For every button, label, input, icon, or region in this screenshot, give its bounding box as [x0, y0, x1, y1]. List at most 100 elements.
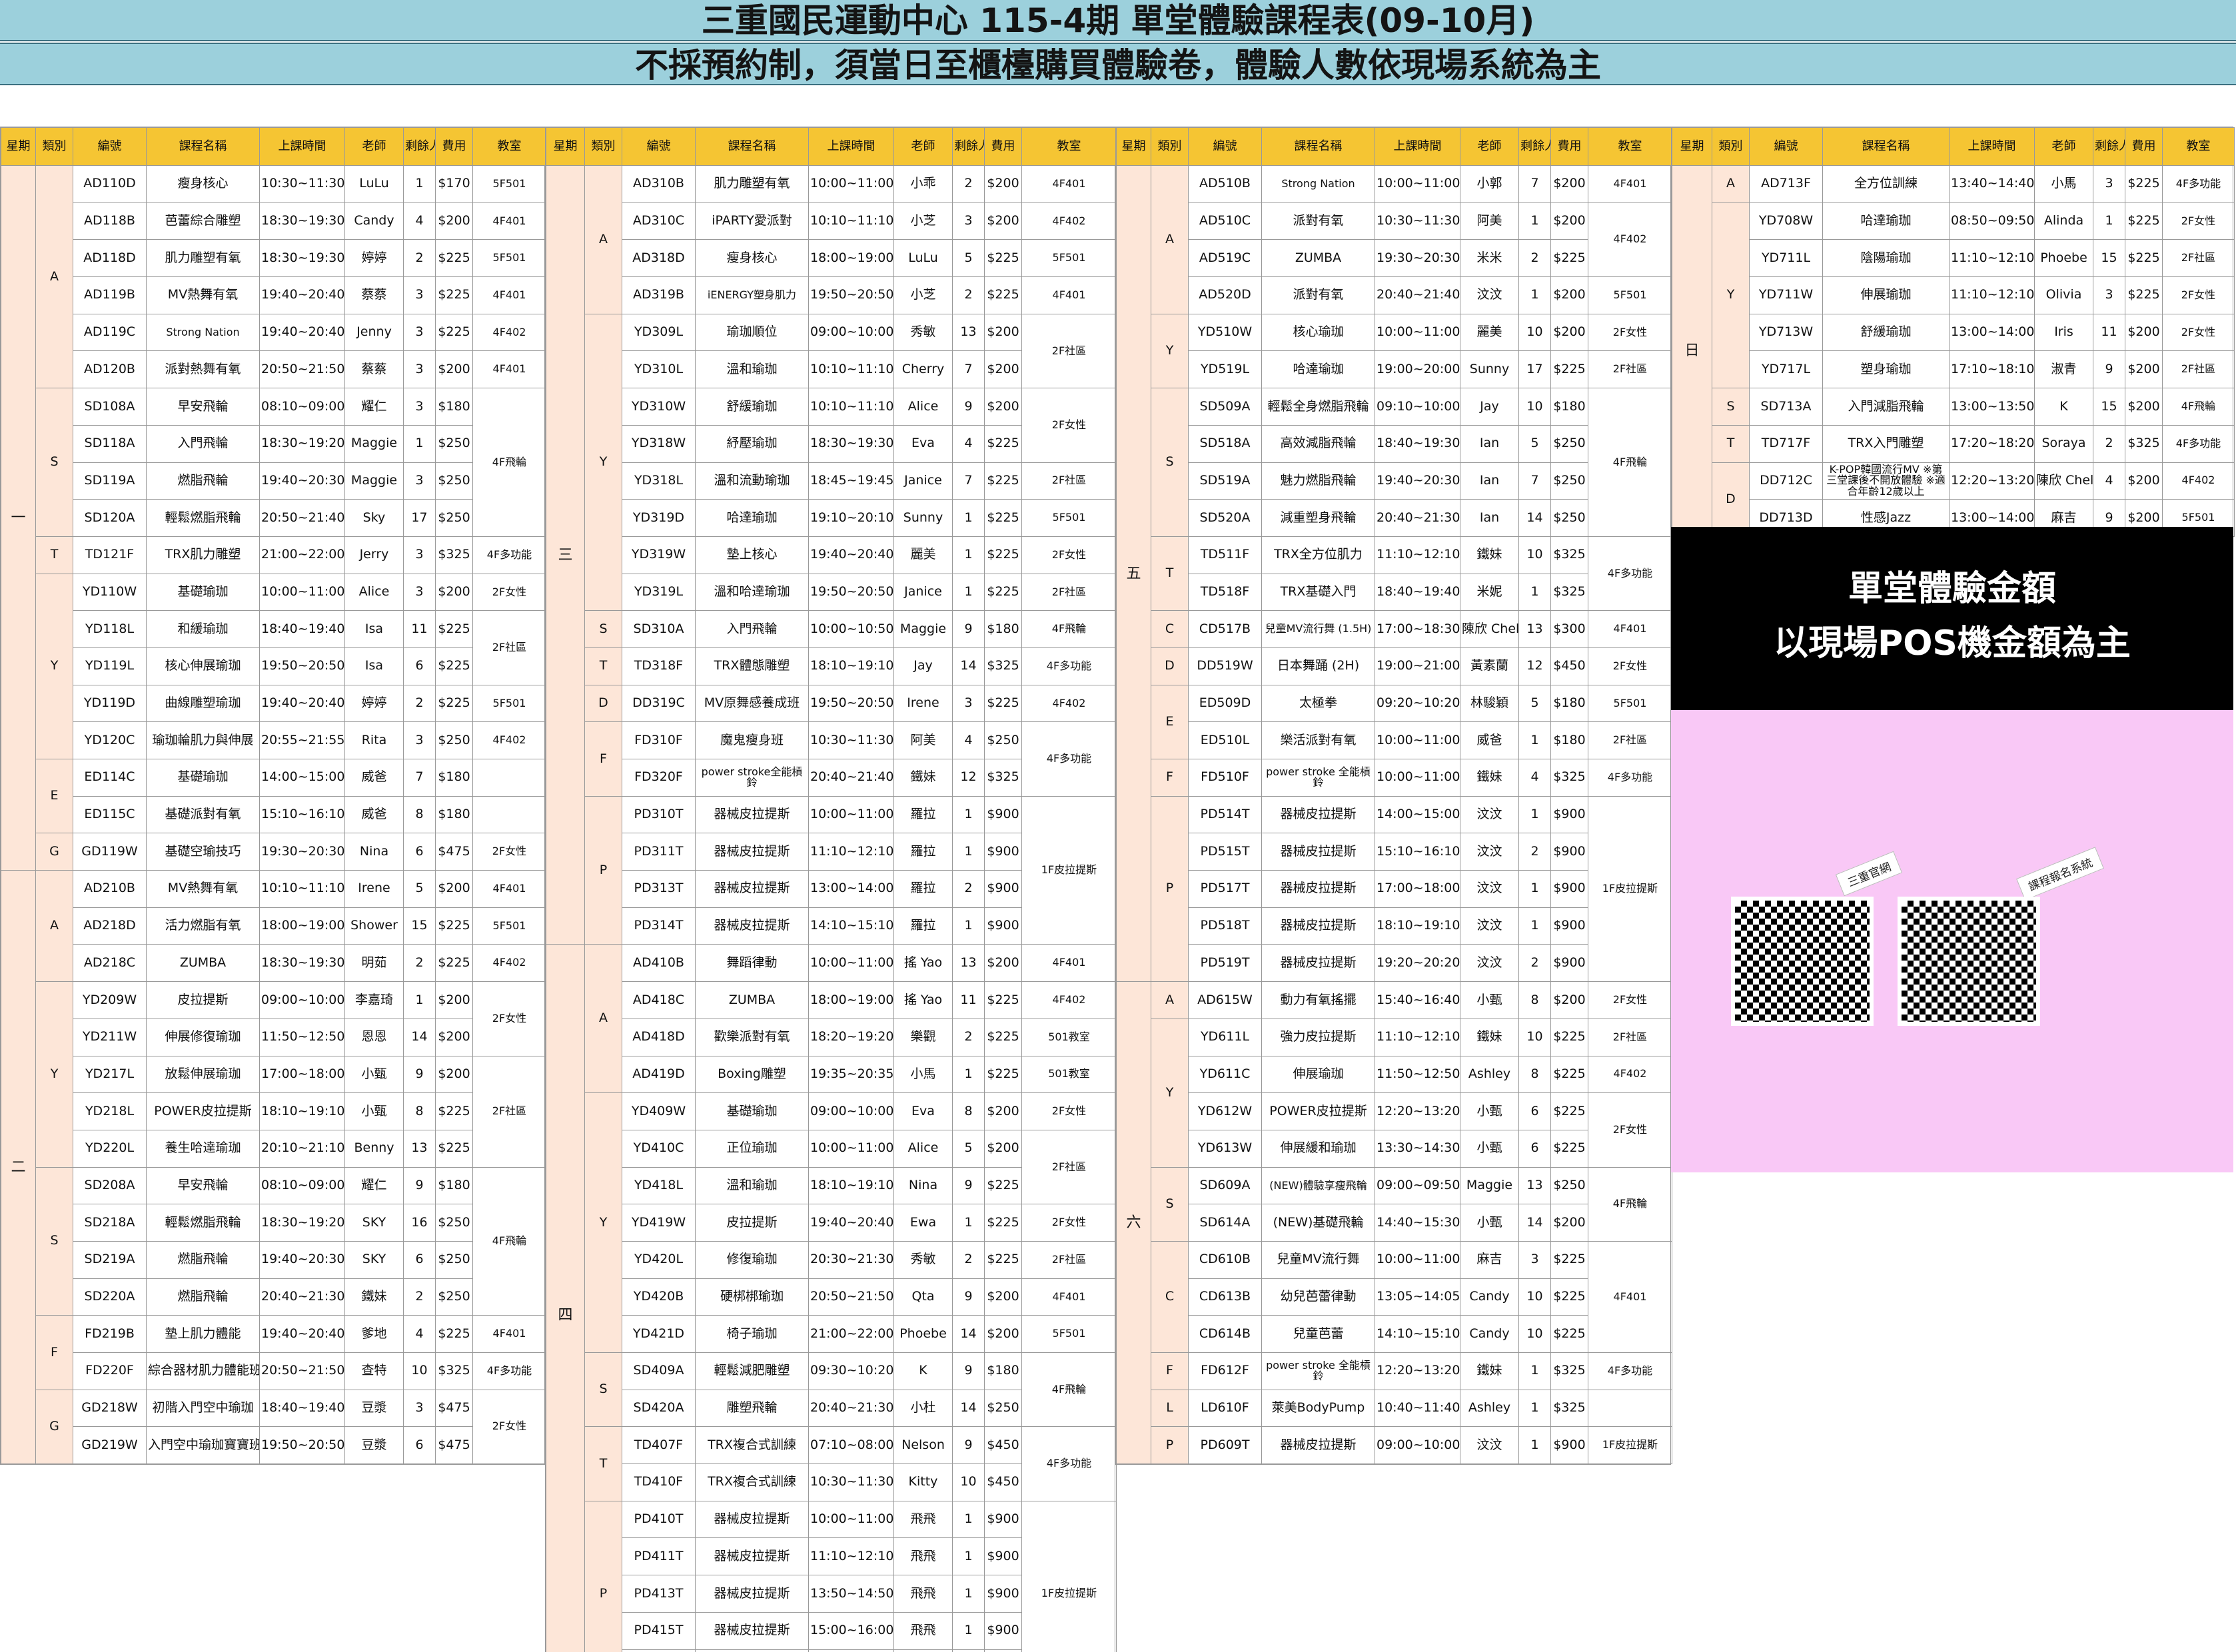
- table-row[interactable]: Y YD510W 核心瑜珈 10:00~11:00 麗美 10 $200 2F女性: [1117, 313, 1672, 389]
- table-row[interactable]: YD120C 瑜珈輪肌力與伸展 20:55~21:55 Rita 3 $250 4F402: [1, 721, 546, 759]
- table-row[interactable]: YD318L 溫和流動瑜珈 18:45~19:45 Janice 7 $225 2F社區: [546, 462, 1117, 500]
- table-row[interactable]: G GD119W 基礎空瑜技巧 19:30~20:30 Nina 6 $475 2F女性: [1, 833, 546, 871]
- table-row[interactable]: AD419D Boxing雕塑 19:35~20:35 小馬 1 $225 501教室: [546, 1055, 1117, 1094]
- table-row[interactable]: YD310W 舒緩瑜珈 10:10~11:10 Alice 9 $200 2F女性: [546, 388, 1117, 463]
- table-row[interactable]: YD711L 陰陽瑜珈 11:10~12:10 Phoebe 15 $225 2F社區: [1672, 239, 2235, 278]
- table-row[interactable]: AD510C 派對有氧 10:30~11:30 阿美 1 $200 4F402: [1117, 202, 1672, 278]
- table-row[interactable]: AD318D 瘦身核心 18:00~19:00 LuLu 5 $225 5F501: [546, 239, 1117, 278]
- table-row[interactable]: F FD219B 墊上肌力體能 19:40~20:40 爹地 4 $225 4F401: [1, 1315, 546, 1390]
- table-row[interactable]: Y YD409W 基礎瑜珈 09:00~10:00 Eva 8 $200 2F女性: [546, 1092, 1117, 1353]
- table-row[interactable]: F FD510F power stroke 全能槓鈴 10:00~11:00 鐵妹 4 $3…: [1117, 759, 1672, 797]
- table-row[interactable]: Y YD309L 瑜珈順位 09:00~10:00 秀敏 13 $200 2F社區: [546, 313, 1117, 612]
- table-row[interactable]: YD717L 塑身瑜珈 17:10~18:10 淑青 9 $200 2F社區: [1672, 350, 2235, 389]
- table-row[interactable]: AD218C ZUMBA 18:30~19:30 明茹 2 $225 4F402: [1, 944, 546, 983]
- course-code: CD613B: [1188, 1278, 1262, 1316]
- fee: $200: [984, 388, 1022, 426]
- table-row[interactable]: Y YD708W 哈達瑜珈 08:50~09:50 Alinda 1 $225 2F女性: [1672, 202, 2235, 389]
- table-row[interactable]: FD220F 綜合器材肌力體能班 20:50~21:50 查特 10 $325 4F多功能: [1, 1352, 546, 1390]
- table-row[interactable]: 日 A AD713F 全方位訓練 13:40~14:40 小馬 3 $225 4F多功能: [1672, 165, 2235, 537]
- table-row[interactable]: P PD410T 器械皮拉提斯 10:00~11:00 飛飛 1 $900 1F皮拉提斯: [546, 1500, 1117, 1652]
- table-row[interactable]: T TD717F TRX入門雕塑 17:20~18:20 Soraya 2 $325 4F多功…: [1672, 424, 2235, 463]
- table-row[interactable]: AD120B 派對熱舞有氧 20:50~21:50 蔡蔡 3 $200 4F401: [1, 350, 546, 389]
- category-cell: S: [1151, 1166, 1189, 1242]
- table-row[interactable]: SD118A 入門飛輪 18:30~19:20 Maggie 1 $250: [1, 424, 546, 463]
- table-row[interactable]: AD310C iPARTY愛派對 10:10~11:10 小芝 3 $200 4F402: [546, 202, 1117, 240]
- table-row[interactable]: AD218D 活力燃脂有氧 18:00~19:00 Shower 15 $225 5F501: [1, 907, 546, 945]
- table-row[interactable]: YD119L 核心伸展瑜珈 19:50~20:50 Isa 6 $225: [1, 647, 546, 685]
- table-row[interactable]: S SD108A 早安飛輪 08:10~09:00 耀仁 3 $180 4F飛輪: [1, 388, 546, 537]
- table-row[interactable]: P PD514T 器械皮拉提斯 14:00~15:00 汶汶 1 $900 1F皮拉提斯: [1117, 795, 1672, 983]
- table-row[interactable]: YD319D 哈達瑜珈 19:10~20:10 Sunny 1 $225 5F501: [546, 499, 1117, 537]
- table-row[interactable]: 一 A AD110D 瘦身核心 10:30~11:30 LuLu 1 $170 5F501: [1, 165, 546, 871]
- table-row[interactable]: S SD609A (NEW)體驗享瘦飛輪 09:00~09:50 Maggie 13 $25…: [1117, 1166, 1672, 1242]
- table-row[interactable]: YD410C 正位瑜珈 10:00~11:00 Alice 5 $200 2F社區: [546, 1129, 1117, 1205]
- table-row[interactable]: G GD218W 初階入門空中瑜珈 18:40~19:40 豆漿 3 $475 2F女性: [1, 1389, 546, 1465]
- table-row[interactable]: T TD407F TRX複合式訓練 07:10~08:00 Nelson 9 $450 4F多…: [546, 1426, 1117, 1501]
- table-row[interactable]: YD220L 養生哈達瑜珈 20:10~21:10 Benny 13 $225: [1, 1129, 546, 1168]
- table-row[interactable]: YD217L 放鬆伸展瑜珈 17:00~18:00 小甄 9 $200 2F社區: [1, 1055, 546, 1168]
- table-row[interactable]: P PD310T 器械皮拉提斯 10:00~11:00 羅拉 1 $900 1F皮拉提斯: [546, 795, 1117, 945]
- table-row[interactable]: YD519L 哈達瑜珈 19:00~20:00 Sunny 17 $225 2F社區: [1117, 350, 1672, 389]
- table-row[interactable]: AD418D 歡樂派對有氧 18:20~19:20 樂觀 2 $225 501教室: [546, 1018, 1117, 1056]
- table-row[interactable]: GD219W 入門空中瑜珈寶寶班 19:50~20:50 豆漿 6 $475: [1, 1426, 546, 1465]
- table-row[interactable]: T TD121F TRX肌力雕塑 21:00~22:00 Jerry 3 $325 4F多功能: [1, 536, 546, 574]
- table-row[interactable]: ED510L 樂活派對有氧 10:00~11:00 威爸 1 $180 2F社區: [1117, 721, 1672, 759]
- table-row[interactable]: YD420L 修復瑜珈 20:30~21:30 秀敏 2 $225 2F社區: [546, 1240, 1117, 1279]
- table-row[interactable]: T TD511F TRX全方位肌力 11:10~12:10 鐵妹 10 $325 4F多功能: [1117, 536, 1672, 612]
- table-row[interactable]: D DD519W 日本舞踊 (2H) 19:00~21:00 黃素蘭 12 $450 2F女性: [1117, 647, 1672, 685]
- table-row[interactable]: ED115C 基礎派對有氧 15:10~16:10 威爸 8 $180: [1, 795, 546, 834]
- table-row[interactable]: S SD409A 輕鬆減肥雕塑 09:30~10:20 K 9 $180 4F飛輪: [546, 1352, 1117, 1428]
- table-row[interactable]: YD711W 伸展瑜珈 11:10~12:10 Olivia 3 $225 2F女性: [1672, 276, 2235, 314]
- table-row[interactable]: YD612W POWER皮拉提斯 12:20~13:20 小甄 6 $225 2F女性: [1117, 1092, 1672, 1168]
- table-row[interactable]: 三 A AD310B 肌力雕塑有氧 10:00~11:00 小乖 2 $200 4F401: [546, 165, 1117, 945]
- table-row[interactable]: YD421D 椅子瑜珈 21:00~22:00 Phoebe 14 $200 5F501: [546, 1315, 1117, 1353]
- table-row[interactable]: AD520D 派對有氧 20:40~21:40 汶汶 1 $200 5F501: [1117, 276, 1672, 314]
- table-row[interactable]: SD120A 輕鬆燃脂飛輪 20:50~21:40 Sky 17 $250: [1, 499, 546, 537]
- table-row[interactable]: F FD310F 魔鬼瘦身班 10:30~11:30 阿美 4 $250 4F多功能: [546, 721, 1117, 797]
- table-row[interactable]: YD211W 伸展修復瑜珈 11:50~12:50 恩恩 14 $200: [1, 1018, 546, 1056]
- table-row[interactable]: AD119B MV熱舞有氧 19:40~20:40 蔡蔡 3 $225 4F401: [1, 276, 546, 314]
- table-row[interactable]: YD420B 硬梆梆瑜珈 20:50~21:50 Qta 9 $200 4F401: [546, 1278, 1117, 1316]
- table-row[interactable]: C CD610B 兒童MV流行舞 10:00~11:00 麻吉 3 $225 4F401: [1117, 1240, 1672, 1354]
- table-row[interactable]: S SD208A 早安飛輪 08:10~09:00 耀仁 9 $180 4F飛輪: [1, 1166, 546, 1316]
- table-row[interactable]: Y YD209W 皮拉提斯 09:00~10:00 李嘉琦 1 $200 2F女性: [1, 981, 546, 1168]
- fee: $180: [984, 610, 1022, 648]
- table-row[interactable]: SD219A 燃脂飛輪 19:40~20:30 SKY 6 $250: [1, 1240, 546, 1279]
- table-row[interactable]: SD119A 燃脂飛輪 19:40~20:30 Maggie 3 $250: [1, 462, 546, 500]
- table-row[interactable]: Y YD110W 基礎瑜珈 10:00~11:00 Alice 3 $200 2F女性: [1, 573, 546, 760]
- table-row[interactable]: 六 A AD615W 動力有氧搖擺 15:40~16:40 小甄 8 $200 2F女性: [1116, 981, 1672, 1465]
- table-row[interactable]: YD218L POWER皮拉提斯 18:10~19:10 小甄 8 $225: [1, 1092, 546, 1130]
- table-row[interactable]: YD713W 舒緩瑜珈 13:00~14:00 Iris 11 $200 2F女性: [1672, 313, 2235, 352]
- table-row[interactable]: Y YD611L 強力皮拉提斯 11:10~12:10 鐵妹 10 $225 2F社區: [1117, 1018, 1672, 1168]
- table-row[interactable]: 二 A AD210B MV熱舞有氧 10:10~11:10 Irene 5 $200 4F401: [1, 870, 546, 1465]
- table-row[interactable]: T TD318F TRX體態雕塑 18:10~19:10 Jay 14 $325 4F多功能: [546, 647, 1117, 685]
- table-row[interactable]: E ED509D 太極拳 09:20~10:20 林駿穎 5 $180 5F501: [1117, 684, 1672, 760]
- table-row[interactable]: AD118D 肌力雕塑有氧 18:30~19:30 婷婷 2 $225 5F501: [1, 239, 546, 278]
- table-row[interactable]: YD118L 和緩瑜珈 18:40~19:40 Isa 11 $225 2F社區: [1, 610, 546, 685]
- table-row[interactable]: YD319W 墊上核心 19:40~20:40 麗美 1 $225 2F女性: [546, 536, 1117, 574]
- table-row[interactable]: YD419W 皮拉提斯 19:40~20:40 Ewa 1 $225 2F女性: [546, 1204, 1117, 1242]
- table-row[interactable]: S SD310A 入門飛輪 10:00~10:50 Maggie 9 $180 4F飛輪: [546, 610, 1117, 648]
- qr-code-registration-icon[interactable]: [1898, 897, 2040, 1026]
- table-row[interactable]: AD119C Strong Nation 19:40~20:40 Jenny 3 $225…: [1, 313, 546, 352]
- table-row[interactable]: L LD610F 萊美BodyPump 10:40~11:40 Ashley 1 $325: [1117, 1389, 1672, 1428]
- table-row[interactable]: SD218A 輕鬆燃脂飛輪 18:30~19:20 SKY 16 $250: [1, 1204, 546, 1242]
- table-row[interactable]: SD220A 燃脂飛輪 20:40~21:30 鐵妹 2 $250: [1, 1278, 546, 1316]
- table-row[interactable]: S SD509A 輕鬆全身燃脂飛輪 09:10~10:00 Jay 10 $180 4F飛輪: [1117, 388, 1672, 537]
- table-row[interactable]: AD418C ZUMBA 18:00~19:00 搖 Yao 11 $225 4F402: [546, 981, 1117, 1019]
- table-row[interactable]: D DD319C MV原舞感養成班 19:50~20:50 Irene 3 $225 4F40…: [546, 684, 1117, 723]
- qr-code-website-icon[interactable]: [1731, 897, 1874, 1026]
- table-row[interactable]: S SD713A 入門減脂飛輪 13:00~13:50 K 15 $200 4F飛輪: [1672, 388, 2235, 426]
- table-row[interactable]: 五 A AD510B Strong Nation 10:00~11:00 小郭 7 $200 4…: [1116, 165, 1672, 983]
- table-row[interactable]: YD611C 伸展瑜珈 11:50~12:50 Ashley 8 $225 4F402: [1117, 1055, 1672, 1094]
- table-row[interactable]: AD319B iENERGY塑身肌力 19:50~20:50 小芝 2 $225 4F401: [546, 276, 1117, 314]
- table-row[interactable]: YD119D 曲線雕塑瑜珈 19:40~20:40 婷婷 2 $225 5F501: [1, 684, 546, 723]
- table-row[interactable]: 四 A AD410B 舞蹈律動 10:00~11:00 搖 Yao 13 $200 4F401: [546, 944, 1117, 1652]
- table-row[interactable]: AD118B 芭蕾綜合雕塑 18:30~19:30 Candy 4 $200 4F401: [1, 202, 546, 240]
- table-row[interactable]: P PD609T 器械皮拉提斯 09:00~10:00 汶汶 1 $900 1F皮拉提斯: [1117, 1426, 1672, 1465]
- table-row[interactable]: D DD712C K-POP韓國流行MV ※第三堂課後不開放體驗 ※適合年齡12歲以…: [1672, 462, 2235, 537]
- table-row[interactable]: CCD517B兒童MV流行舞 (1.5H)17:00~18:30陳欣 Chels…: [1117, 610, 1672, 648]
- table-row[interactable]: YD319L 溫和哈達瑜珈 19:50~20:50 Janice 1 $225 2F社區: [546, 573, 1117, 612]
- table-row[interactable]: E ED114C 基礎瑜珈 14:00~15:00 威爸 7 $180: [1, 758, 546, 834]
- table-row[interactable]: F FD612F power stroke 全能槓鈴 12:20~13:20 鐵妹 1 $3…: [1117, 1352, 1672, 1390]
